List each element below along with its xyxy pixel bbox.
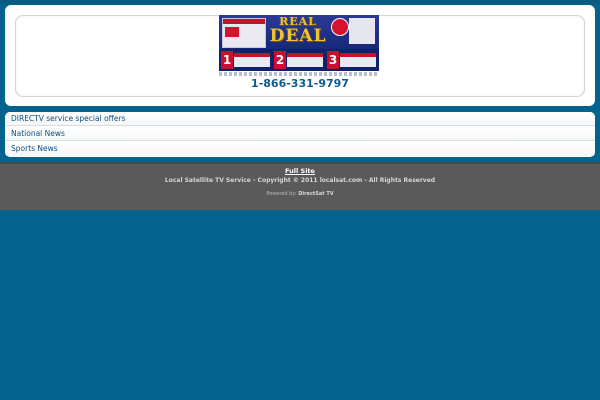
ad-offer-1: 1 xyxy=(221,51,271,69)
ad-offer-card xyxy=(222,18,266,48)
ad-red-stripe xyxy=(223,19,265,24)
nav-list: DIRECTV service special offers National … xyxy=(5,112,595,157)
footer-powered-by: Powered by: DirectSat TV xyxy=(0,191,600,197)
ad-offers-row: 1 2 3 xyxy=(219,49,379,71)
ad-amount-tag xyxy=(225,27,239,37)
ad-fine-print xyxy=(219,72,379,76)
top-strip xyxy=(0,0,600,4)
offer-box xyxy=(340,53,376,67)
ad-side-panel xyxy=(349,18,375,44)
nav-item-national-news[interactable]: National News xyxy=(5,127,595,141)
ad-headline: REAL DEAL xyxy=(267,16,329,48)
nav-item-sports-news[interactable]: Sports News xyxy=(5,142,595,156)
offer-number: 3 xyxy=(327,51,339,69)
offer-stripe xyxy=(340,53,376,57)
phone-number[interactable]: 1-866-331-9797 xyxy=(5,77,595,90)
offer-box xyxy=(287,53,323,67)
header-card: REAL DEAL 1 2 3 1-866-331-9797 xyxy=(5,5,595,106)
ad-offer-3: 3 xyxy=(327,51,377,69)
footer: Full Site Local Satellite TV Service - C… xyxy=(0,162,600,210)
powered-by-link[interactable]: DirectSat TV xyxy=(298,191,333,197)
footer-divider xyxy=(0,162,600,164)
ad-offer-2: 2 xyxy=(274,51,324,69)
powered-by-label: Powered by: xyxy=(266,191,297,197)
directv-real-deal-ad[interactable]: REAL DEAL 1 2 3 xyxy=(219,15,379,71)
ad-headline-main: DEAL xyxy=(269,26,327,46)
offer-number: 2 xyxy=(274,51,286,69)
full-site-link[interactable]: Full Site xyxy=(0,167,600,175)
offer-number: 1 xyxy=(221,51,233,69)
nav-item-directv-offers[interactable]: DIRECTV service special offers xyxy=(5,112,595,126)
ad-price-badge xyxy=(331,18,349,36)
offer-box xyxy=(234,53,270,67)
offer-stripe xyxy=(287,53,323,57)
offer-stripe xyxy=(234,53,270,57)
footer-copyright: Local Satellite TV Service - Copyright ©… xyxy=(164,177,436,184)
